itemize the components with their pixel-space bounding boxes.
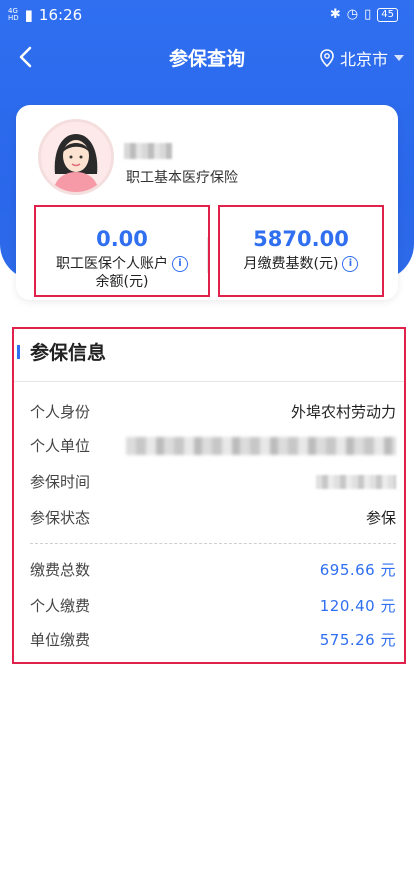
section-title: 参保信息 [30,342,107,364]
caret-down-icon [394,55,404,61]
payment-key: 缴费总数 [30,561,91,579]
info-circle-icon[interactable]: i [172,256,188,272]
employer-redacted [126,437,396,455]
stat-divider [207,237,208,273]
base-stat: 5870.00 月缴费基数(元) i [218,205,384,297]
section-title-bar [17,345,20,359]
date-redacted [316,475,396,489]
info-row-date: 参保时间 [30,471,396,493]
dashed-divider [30,543,396,544]
user-name-redacted [124,143,172,159]
insurance-type: 职工基本医疗保险 [126,170,238,186]
base-label: 月缴费基数(元) i [220,255,382,273]
avatar [38,119,114,195]
status-left: 4G HD ▮ 16:26 [8,6,82,24]
location-pin-icon [320,49,334,67]
balance-label-line1: 职工医保个人账户 [56,256,168,272]
balance-value: 0.00 [96,227,148,251]
info-value: 外埠农村劳动力 [290,403,396,421]
bluetooth-icon: ✱ [329,7,341,22]
payment-row-employer: 单位缴费 575.26 元 [30,629,396,651]
status-time: 16:26 [38,6,83,24]
network-sub-label: HD [8,14,19,22]
base-label-text: 月缴费基数(元) [243,256,339,272]
balance-label: 职工医保个人账户 i 余额(元) [36,255,208,291]
base-value: 5870.00 [253,227,349,251]
info-key: 个人单位 [30,437,91,455]
payment-value: 575.26 元 [319,631,396,649]
payment-key: 单位缴费 [30,631,91,649]
network-indicator: 4G HD [8,8,19,22]
profile-card: 职工基本医疗保险 0.00 职工医保个人账户 i 余额(元) 5870.00 月缴… [16,105,398,300]
status-right: ✱ ◷ ▯ 45 [330,7,398,22]
vibrate-icon: ▯ [364,7,372,22]
battery-icon: 45 [377,7,398,22]
section-separator [14,381,404,382]
balance-stat: 0.00 职工医保个人账户 i 余额(元) [34,205,210,297]
payment-row-personal: 个人缴费 120.40 元 [30,595,396,617]
info-key: 参保时间 [30,473,91,491]
info-row-identity: 个人身份 外埠农村劳动力 [30,401,396,423]
info-key: 参保状态 [30,509,91,527]
info-row-status: 参保状态 参保 [30,507,396,529]
payment-key: 个人缴费 [30,597,91,615]
balance-label-line2: 余额(元) [95,274,149,290]
city-label: 北京市 [339,50,388,69]
payment-row-total: 缴费总数 695.66 元 [30,559,396,581]
info-row-employer: 个人单位 [30,435,396,457]
insurance-info-section: 参保信息 个人身份 外埠农村劳动力 个人单位 参保时间 参保状态 参保 缴费总数… [12,327,406,664]
info-value: 参保 [365,509,396,527]
info-key: 个人身份 [30,403,91,421]
status-bar: 4G HD ▮ 16:26 ✱ ◷ ▯ 45 [0,0,414,34]
payment-value: 120.40 元 [319,597,396,615]
city-selector[interactable]: 北京市 [320,46,404,70]
navbar: 参保查询 北京市 [0,34,414,80]
info-circle-icon[interactable]: i [342,256,359,272]
alarm-icon: ◷ [346,7,359,22]
female-avatar-icon [41,122,111,192]
payment-value: 695.66 元 [319,561,396,579]
signal-icon: ▮ [24,6,33,24]
